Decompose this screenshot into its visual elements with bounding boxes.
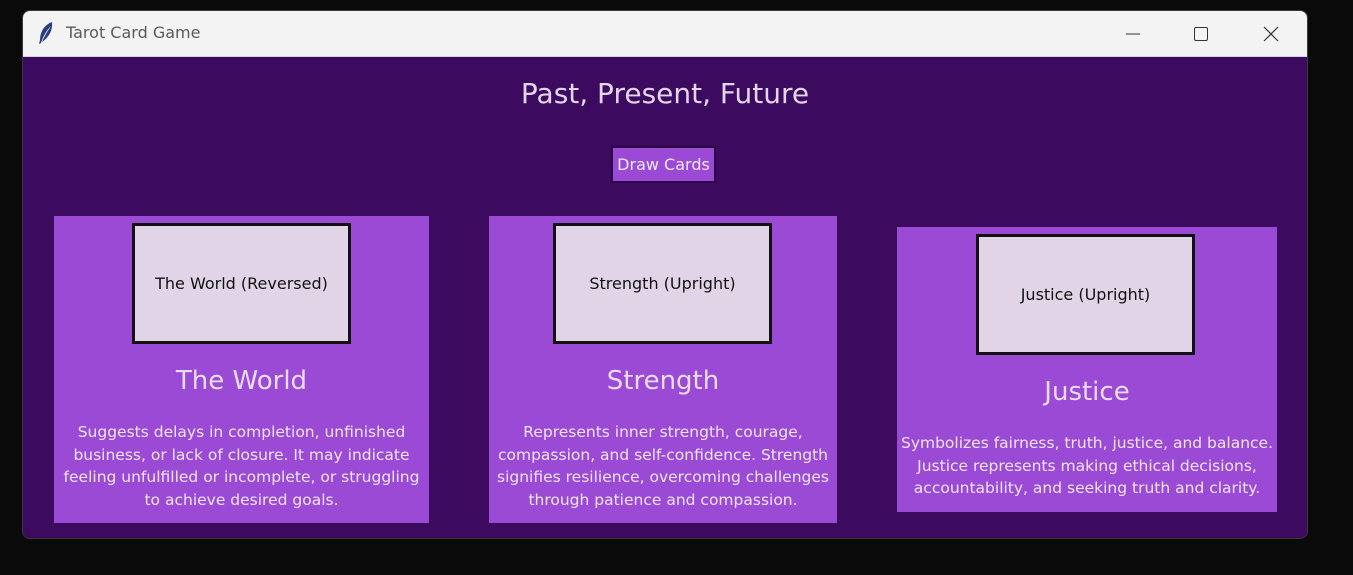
- card-name: Strength: [606, 366, 720, 396]
- description-line: Justice represents making ethical decisi…: [917, 456, 1257, 475]
- card-face-label: The World (Reversed): [155, 274, 328, 293]
- description-line: signifies resilience, overcoming challen…: [497, 468, 829, 486]
- card-face-label: Justice (Upright): [1020, 285, 1151, 304]
- description-line: Represents inner strength, courage,: [523, 423, 803, 441]
- draw-cards-button[interactable]: Draw Cards: [611, 146, 716, 183]
- maximize-button[interactable]: [1178, 11, 1224, 56]
- maximize-icon: [1193, 26, 1209, 42]
- card-panel-future: Justice (Upright) Justice Symbolizes fai…: [897, 227, 1277, 512]
- description-line: to achieve desired goals.: [144, 490, 339, 509]
- page-title: Past, Present, Future: [520, 77, 810, 110]
- card-panel-past: The World (Reversed) The World Suggests …: [54, 216, 429, 523]
- minimize-icon: [1125, 26, 1141, 42]
- card-face: The World (Reversed): [132, 223, 351, 344]
- card-face: Strength (Upright): [553, 223, 772, 344]
- description-line: Symbolizes fairness, truth, justice, and…: [900, 434, 1273, 452]
- card-description: Represents inner strength, courage, comp…: [489, 421, 837, 511]
- close-button[interactable]: [1248, 11, 1294, 56]
- card-face: Justice (Upright): [976, 234, 1195, 355]
- main-content: Past, Present, Future Draw Cards The Wor…: [23, 57, 1307, 538]
- description-line: accountability, and seeking truth and cl…: [913, 479, 1261, 497]
- app-window: Tarot Card Game Past, Present, Future Dr…: [22, 10, 1308, 539]
- feather-icon: [37, 21, 55, 45]
- close-icon: [1263, 26, 1279, 42]
- minimize-button[interactable]: [1110, 11, 1156, 56]
- title-bar[interactable]: Tarot Card Game: [23, 11, 1307, 57]
- card-name: The World: [175, 366, 308, 396]
- description-line: through patience and compassion.: [528, 490, 798, 509]
- card-face-label: Strength (Upright): [589, 274, 736, 293]
- card-description: Suggests delays in completion, unfinishe…: [54, 421, 429, 511]
- window-title: Tarot Card Game: [66, 23, 201, 42]
- card-panel-present: Strength (Upright) Strength Represents i…: [489, 216, 837, 523]
- card-name: Justice: [1044, 377, 1130, 407]
- description-line: Suggests delays in completion, unfinishe…: [77, 423, 406, 441]
- description-line: compassion, and self-confidence. Strengt…: [497, 445, 829, 464]
- description-line: business, or lack of closure. It may ind…: [73, 445, 410, 464]
- description-line: feeling unfulfilled or incomplete, or st…: [63, 468, 420, 486]
- card-description: Symbolizes fairness, truth, justice, and…: [897, 432, 1277, 500]
